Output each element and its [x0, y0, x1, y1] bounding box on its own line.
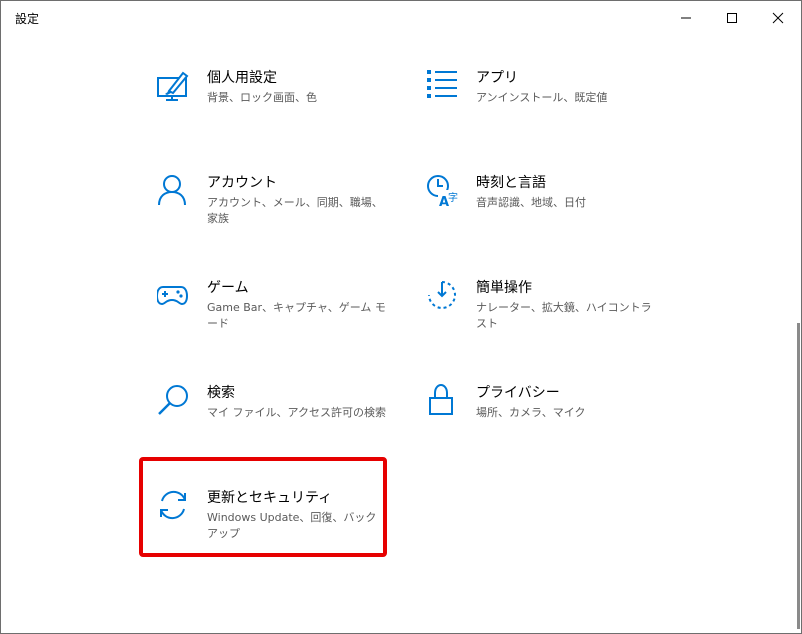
tile-personalization[interactable]: 個人用設定 背景、ロック画面、色 [157, 69, 397, 149]
tile-search[interactable]: 検索 マイ ファイル、アクセス許可の検索 [157, 384, 397, 464]
privacy-icon [429, 384, 453, 415]
search-icon [158, 385, 188, 415]
svg-text:字: 字 [448, 191, 458, 204]
time-language-icon: A 字 [427, 175, 458, 208]
tile-label: ゲーム [207, 280, 249, 296]
title-bar[interactable]: 設定 [1, 1, 801, 35]
tile-label: プライバシー [476, 385, 560, 401]
personalization-icon [157, 71, 189, 101]
tile-label: アプリ [476, 70, 518, 86]
tile-label: 検索 [207, 385, 235, 401]
tile-description: アカウント、メール、同期、職場、家族 [207, 196, 383, 225]
minimize-icon [681, 17, 691, 19]
scrollbar[interactable] [797, 323, 800, 629]
tile-time-language[interactable]: A 字 時刻と言語 音声認識、地域、日付 [426, 174, 666, 254]
tile-label: 簡単操作 [476, 280, 532, 296]
gaming-icon [157, 286, 189, 306]
accounts-icon [158, 175, 186, 206]
ease-of-access-icon [428, 281, 456, 309]
tile-description: アンインストール、既定値 [476, 91, 608, 104]
close-button[interactable] [755, 1, 801, 35]
tile-ease-of-access[interactable]: 簡単操作 ナレーター、拡大鏡、ハイコントラスト [426, 279, 666, 359]
tile-accounts[interactable]: アカウント アカウント、メール、同期、職場、家族 [157, 174, 397, 254]
apps-icon [427, 70, 457, 98]
tile-label: 時刻と言語 [476, 175, 546, 191]
maximize-icon [727, 13, 737, 23]
tile-description: Game Bar、キャプチャ、ゲーム モード [207, 301, 386, 330]
tile-description: 背景、ロック画面、色 [207, 91, 317, 104]
tile-label: アカウント [207, 175, 277, 191]
tile-label: 個人用設定 [207, 70, 277, 86]
tile-description: マイ ファイル、アクセス許可の検索 [207, 406, 386, 419]
tile-description: 音声認識、地域、日付 [476, 196, 586, 209]
window-title: 設定 [15, 12, 40, 26]
tile-description: 場所、カメラ、マイク [476, 406, 586, 419]
minimize-button[interactable] [663, 1, 709, 35]
close-icon [772, 12, 784, 24]
tile-description: ナレーター、拡大鏡、ハイコントラスト [476, 301, 652, 330]
tile-gaming[interactable]: ゲーム Game Bar、キャプチャ、ゲーム モード [157, 279, 397, 359]
settings-window: 設定 個人用設定 背景、ロック画面、色 アプリ アンインストール、既定値 アカウ… [0, 0, 802, 634]
maximize-button[interactable] [709, 1, 755, 35]
tile-privacy[interactable]: プライバシー 場所、カメラ、マイク [426, 384, 666, 464]
highlight-box [139, 457, 387, 557]
tile-apps[interactable]: アプリ アンインストール、既定値 [426, 69, 666, 149]
